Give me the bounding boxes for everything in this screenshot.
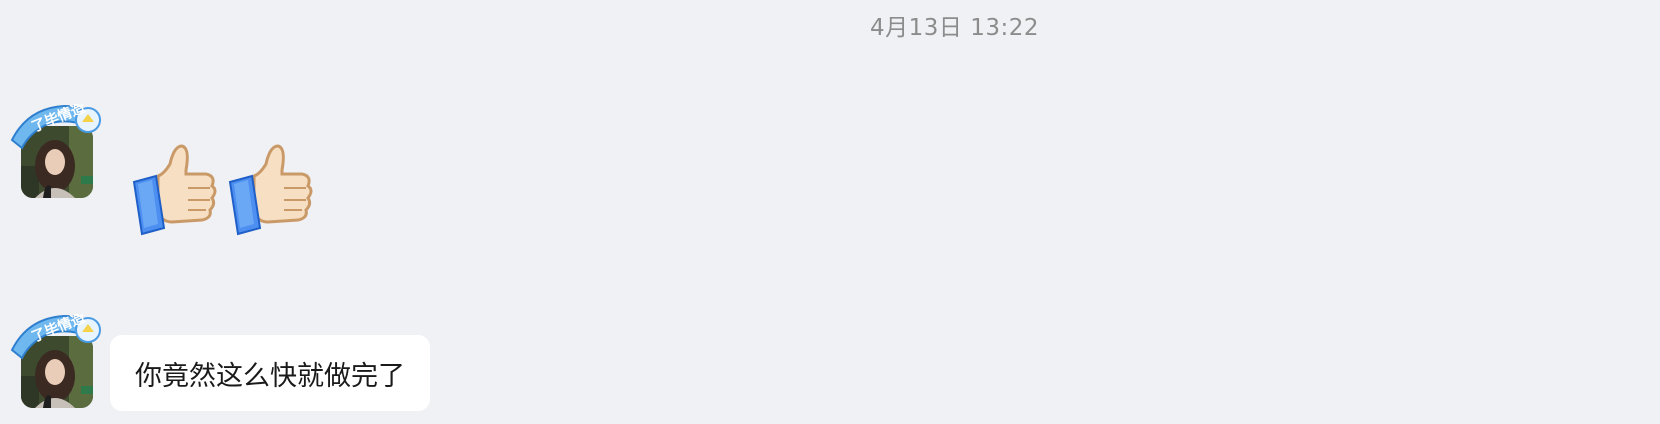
message-timestamp: 4月13日 13:22 [870, 15, 1039, 41]
thumbs-up-icon [228, 140, 320, 236]
text-message-bubble[interactable]: 你竟然这么快就做完了 [110, 335, 430, 411]
emoji-message[interactable] [132, 140, 320, 236]
avatar-badge: 了毕情造 [8, 309, 108, 374]
chat-message-pane: 4月13日 13:22 了毕情造 了毕情造 你竟然这么快就做完了 [0, 0, 1660, 424]
contact-avatar[interactable]: 了毕情造 [8, 309, 104, 410]
avatar-badge: 了毕情造 [8, 99, 108, 164]
contact-avatar[interactable]: 了毕情造 [8, 99, 104, 200]
message-text: 你竟然这么快就做完了 [135, 360, 405, 392]
thumbs-up-icon [132, 140, 224, 236]
